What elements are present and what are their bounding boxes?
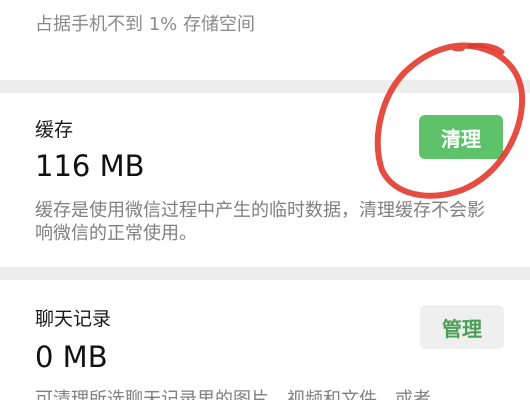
chat-history-description: 可清理所选聊天记录里的图片、视频和文件，或者 bbox=[35, 389, 431, 400]
storage-usage-text: 占据手机不到 1% 存储空间 bbox=[35, 14, 255, 35]
clear-cache-button[interactable]: 清理 bbox=[419, 115, 503, 159]
cache-description: 缓存是使用微信过程中产生的临时数据，清理缓存不会影响微信的正常使用。 bbox=[35, 200, 485, 244]
chat-history-card: 聊天记录 0 MB 管理 可清理所选聊天记录里的图片、视频和文件，或者 bbox=[0, 280, 530, 400]
manage-chat-history-button[interactable]: 管理 bbox=[420, 305, 504, 349]
cache-card: 缓存 116 MB 清理 缓存是使用微信过程中产生的临时数据，清理缓存不会影响微… bbox=[0, 93, 530, 267]
storage-summary-card: 占据手机不到 1% 存储空间 bbox=[0, 0, 530, 80]
cache-size: 116 MB bbox=[35, 149, 145, 183]
cache-title: 缓存 bbox=[35, 119, 74, 141]
chat-history-title: 聊天记录 bbox=[35, 308, 112, 330]
chat-history-size: 0 MB bbox=[35, 340, 108, 374]
